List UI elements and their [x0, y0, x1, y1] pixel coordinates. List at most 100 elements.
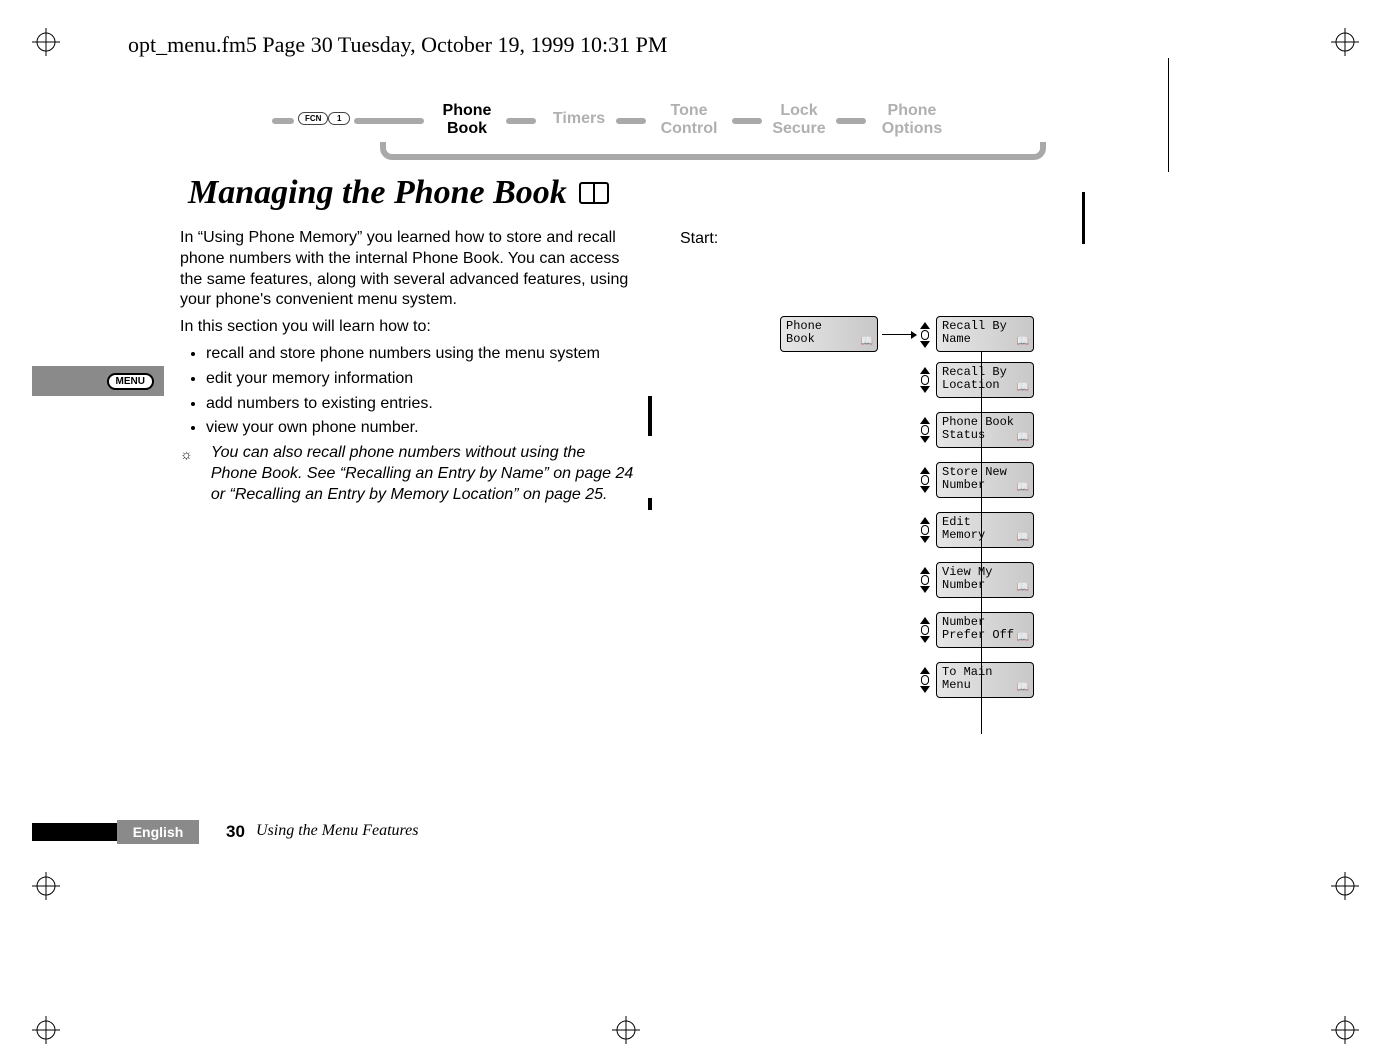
menu-box-label: EditMemory [942, 515, 985, 542]
tree-row: To MainMenu 📖 [918, 662, 1040, 698]
footer-accent [32, 823, 117, 841]
book-icon: 📖 [1017, 483, 1029, 494]
breadcrumb: FCN 1 PhoneBook Timers ToneControl LockS… [272, 96, 1042, 164]
book-icon [579, 176, 609, 214]
divider [1082, 192, 1085, 244]
menu-box: EditMemory 📖 [936, 512, 1034, 548]
crop-mark-icon [612, 1016, 640, 1044]
list-item: add numbers to existing entries. [206, 394, 634, 415]
footer-language: English [117, 820, 199, 844]
menu-box: Recall ByName 📖 [936, 316, 1034, 352]
book-icon: 📖 [1017, 583, 1029, 594]
scroll-icon [918, 567, 932, 593]
list-item: recall and store phone numbers using the… [206, 344, 634, 365]
breadcrumb-item: PhoneOptions [870, 102, 954, 137]
menu-tree: PhoneBook 📖 Recall ByName 📖 Recall ByLoc… [780, 316, 1040, 712]
note-text: You can also recall phone numbers withou… [211, 443, 634, 505]
note: ☼ You can also recall phone numbers with… [180, 443, 634, 505]
connector [380, 142, 1046, 160]
book-icon: 📖 [1017, 433, 1029, 444]
scroll-icon [918, 467, 932, 493]
page-number: 30 [226, 822, 245, 842]
scroll-icon [918, 322, 932, 348]
start-label: Start: [680, 230, 718, 248]
scroll-icon [918, 667, 932, 693]
crop-mark-icon [1331, 1016, 1359, 1044]
menu-box: Store NewNumber 📖 [936, 462, 1034, 498]
book-icon: 📖 [1017, 337, 1029, 348]
menu-box-label: To MainMenu [942, 665, 992, 692]
book-icon: 📖 [861, 337, 873, 348]
paragraph: In this section you will learn how to: [180, 317, 634, 338]
breadcrumb-label: Timers [553, 110, 605, 127]
breadcrumb-label: ToneControl [661, 102, 718, 137]
body-column: In “Using Phone Memory” you learned how … [180, 228, 634, 506]
breadcrumb-item: Timers [544, 110, 614, 128]
menu-box: View MyNumber 📖 [936, 562, 1034, 598]
page-title: Managing the Phone Book [188, 174, 609, 214]
page: opt_menu.fm5 Page 30 Tuesday, October 19… [0, 0, 1391, 1062]
revision-bar-icon [648, 396, 652, 436]
crop-mark-icon [32, 1016, 60, 1044]
book-icon: 📖 [1017, 383, 1029, 394]
menu-box: Phone BookStatus 📖 [936, 412, 1034, 448]
tree-row: EditMemory 📖 [918, 512, 1040, 548]
breadcrumb-label: PhoneOptions [882, 102, 942, 137]
tree-root-row: PhoneBook 📖 Recall ByName 📖 [780, 316, 1040, 352]
menu-box-label: Store NewNumber [942, 465, 1007, 492]
menu-box-label: Recall ByName [942, 319, 1007, 346]
running-header: opt_menu.fm5 Page 30 Tuesday, October 19… [128, 32, 667, 58]
menu-key-icon: MENU [107, 373, 154, 390]
connector [981, 352, 982, 734]
menu-box-root: PhoneBook 📖 [780, 316, 878, 352]
revision-bar-icon [648, 498, 652, 510]
note-icon: ☼ [180, 445, 193, 505]
crop-mark-icon [32, 28, 60, 56]
tree-row: NumberPrefer Off 📖 [918, 612, 1040, 648]
scroll-icon [918, 367, 932, 393]
crop-mark-icon [1331, 28, 1359, 56]
menu-box-label: PhoneBook [786, 319, 822, 346]
page-title-text: Managing the Phone Book [188, 174, 567, 211]
crop-mark-icon [32, 872, 60, 900]
one-key-icon: 1 [328, 112, 350, 125]
book-icon: 📖 [1017, 633, 1029, 644]
tree-row: Recall ByLocation 📖 [918, 362, 1040, 398]
breadcrumb-label: LockSecure [772, 102, 825, 137]
menu-box: NumberPrefer Off 📖 [936, 612, 1034, 648]
list-item: view your own phone number. [206, 418, 634, 439]
scroll-icon [918, 417, 932, 443]
fcn-key-icon: FCN [298, 112, 328, 125]
connector [506, 118, 536, 124]
book-icon: 📖 [1017, 683, 1029, 694]
scroll-icon [918, 517, 932, 543]
tree-children: Recall ByLocation 📖 Phone BookStatus 📖 S… [918, 362, 1040, 698]
arrow-right-icon [882, 334, 916, 335]
tree-row: Store NewNumber 📖 [918, 462, 1040, 498]
connector [836, 118, 866, 124]
scroll-icon [918, 617, 932, 643]
menu-box-label: Recall ByLocation [942, 365, 1007, 392]
menu-box-label: View MyNumber [942, 565, 992, 592]
breadcrumb-item: LockSecure [764, 102, 834, 137]
connector [272, 118, 294, 124]
divider [1168, 58, 1169, 172]
side-tab: MENU [32, 366, 164, 396]
menu-box-label: NumberPrefer Off [942, 615, 1014, 642]
paragraph: In “Using Phone Memory” you learned how … [180, 228, 634, 311]
connector [616, 118, 646, 124]
breadcrumb-item: PhoneBook [428, 102, 506, 137]
connector [354, 118, 424, 124]
footer-section: Using the Menu Features [256, 822, 418, 840]
menu-box-label: Phone BookStatus [942, 415, 1014, 442]
book-icon: 📖 [1017, 533, 1029, 544]
crop-mark-icon [1331, 872, 1359, 900]
list-item: edit your memory information [206, 369, 634, 390]
tree-row: View MyNumber 📖 [918, 562, 1040, 598]
bullet-list: recall and store phone numbers using the… [206, 344, 634, 439]
tree-row: Phone BookStatus 📖 [918, 412, 1040, 448]
breadcrumb-item: ToneControl [648, 102, 730, 137]
connector [732, 118, 762, 124]
menu-box: To MainMenu 📖 [936, 662, 1034, 698]
menu-box: Recall ByLocation 📖 [936, 362, 1034, 398]
